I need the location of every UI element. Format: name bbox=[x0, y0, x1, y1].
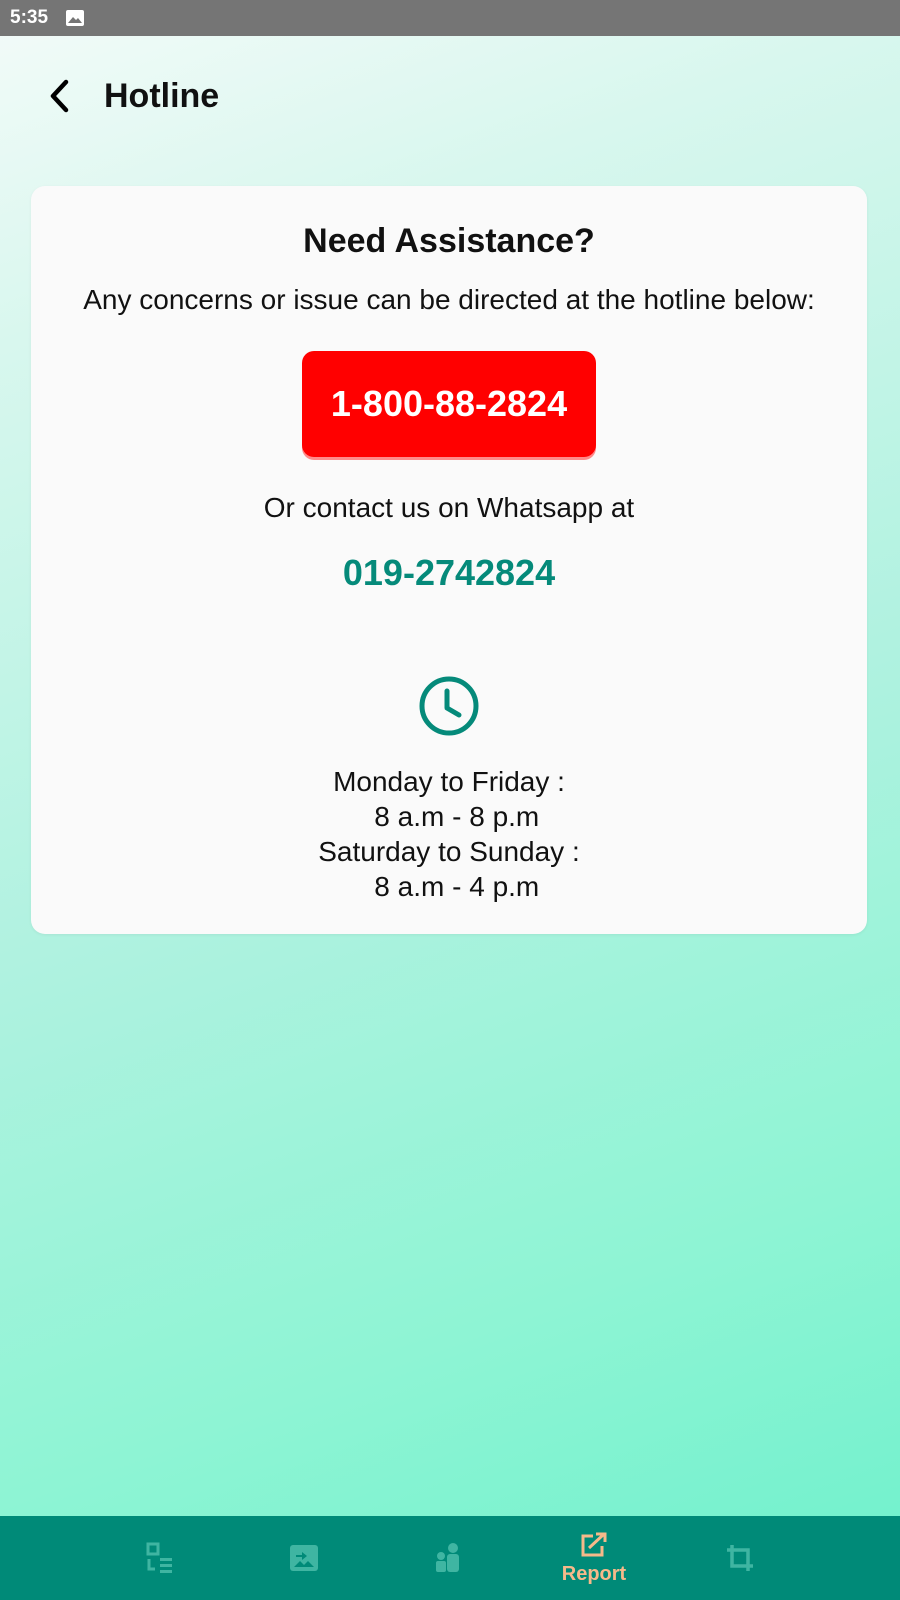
report-icon bbox=[581, 1532, 607, 1556]
chevron-left-icon bbox=[50, 79, 69, 113]
nav-item-gallery[interactable] bbox=[264, 1516, 344, 1600]
whatsapp-text: Or contact us on Whatsapp at bbox=[263, 492, 635, 523]
weekend-label: Saturday to Sunday : bbox=[318, 836, 580, 867]
status-bar: 5:35 bbox=[0, 0, 900, 36]
assistance-card: Need Assistance? Any concerns or issue c… bbox=[31, 186, 867, 934]
image-icon bbox=[66, 10, 85, 26]
crop-icon bbox=[727, 1545, 753, 1571]
people-icon bbox=[436, 1543, 459, 1572]
checklist-icon bbox=[146, 1542, 172, 1573]
status-time: 5:35 bbox=[10, 7, 49, 28]
weekend-time: 8 a.m - 4 p.m bbox=[358, 871, 540, 902]
card-subtitle: Any concerns or issue can be directed at… bbox=[83, 284, 815, 315]
image-swap-icon bbox=[290, 1545, 318, 1571]
page-title: Hotline bbox=[104, 76, 220, 115]
nav-label-report: Report bbox=[561, 1562, 627, 1585]
nav-item-crop[interactable] bbox=[700, 1516, 780, 1600]
weekday-label: Monday to Friday : bbox=[333, 766, 565, 797]
weekday-time: 8 a.m - 8 p.m bbox=[358, 801, 540, 832]
whatsapp-number-link[interactable]: 019-2742824 bbox=[31, 552, 867, 594]
card-title: Need Assistance? bbox=[303, 222, 595, 260]
app-bar: Hotline bbox=[0, 36, 900, 156]
nav-item-people[interactable] bbox=[408, 1516, 488, 1600]
operating-hours: Monday to Friday : 8 a.m - 8 p.m Saturda… bbox=[31, 764, 867, 904]
back-button[interactable] bbox=[38, 74, 82, 118]
bottom-navigation: Report bbox=[0, 1516, 900, 1600]
nav-item-checklist[interactable] bbox=[120, 1516, 200, 1600]
clock-icon bbox=[419, 676, 479, 736]
hotline-call-button[interactable]: 1-800-88-2824 bbox=[302, 351, 596, 457]
nav-item-report[interactable]: Report bbox=[554, 1516, 634, 1600]
